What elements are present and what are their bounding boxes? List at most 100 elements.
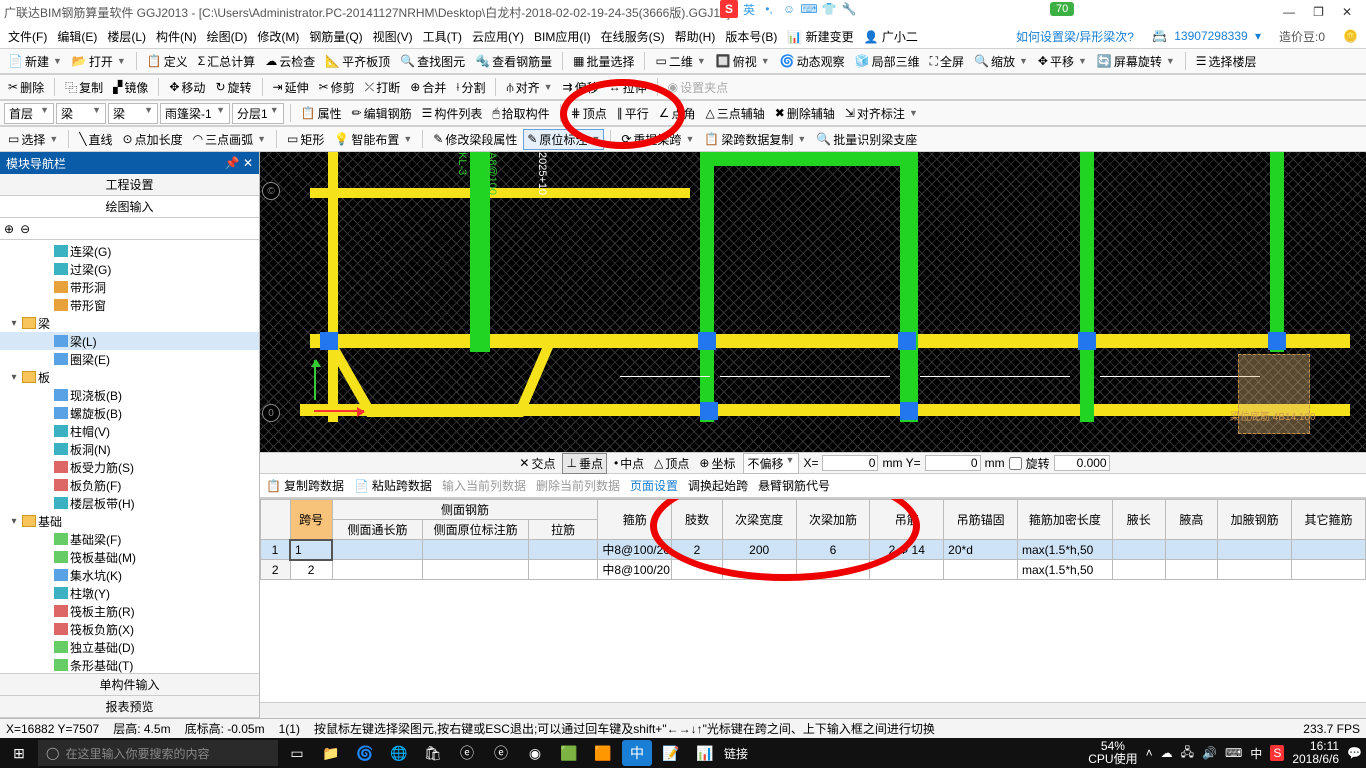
col-stirrup[interactable]: 箍筋 <box>598 500 672 540</box>
span-table[interactable]: 跨号 侧面钢筋 箍筋 肢数 次梁宽度 次梁加筋 吊筋 吊筋锚固 箍筋加密长度 腋… <box>260 498 1366 702</box>
menu-user[interactable]: 👤 广小二 <box>860 26 922 47</box>
col-hanger[interactable]: 吊筋 <box>870 500 944 540</box>
align-button[interactable]: ⫛ 对齐▼ <box>502 77 556 98</box>
minimize-button[interactable]: — <box>1283 5 1295 19</box>
maximize-button[interactable]: ❐ <box>1313 5 1324 19</box>
new-button[interactable]: 📄 新建▼ <box>4 51 66 72</box>
zoom-button[interactable]: 🔍 缩放▼ <box>970 51 1032 72</box>
help-link[interactable]: 如何设置梁/异形梁次? <box>1012 26 1138 47</box>
pt-len-button[interactable]: ⊙ 点加长度 <box>119 129 187 150</box>
break-button[interactable]: ⤫ 打断 <box>361 77 405 98</box>
tree-item[interactable]: 柱帽(V) <box>0 422 259 440</box>
angle-input[interactable] <box>1054 455 1110 471</box>
app-green-icon[interactable]: 🟩 <box>554 740 584 766</box>
rebar-qty-button[interactable]: 🔩 查看钢筋量 <box>471 51 556 72</box>
col-tie[interactable]: 拉筋 <box>528 520 598 540</box>
menu-edit[interactable]: 编辑(E) <box>53 26 101 47</box>
start-button[interactable]: ⊞ <box>4 740 34 766</box>
attr-button[interactable]: 📋 属性 <box>297 103 346 124</box>
glodon-icon[interactable]: 中 <box>622 740 652 766</box>
tray-net-icon[interactable]: 🖧 <box>1181 743 1194 764</box>
tree-item[interactable]: 带形窗 <box>0 296 259 314</box>
tree-item[interactable]: 板负筋(F) <box>0 476 259 494</box>
pan-button[interactable]: ✥ 平移▼ <box>1034 51 1091 72</box>
table-row[interactable]: 22 中8@100/20 max(1.5*h,50 <box>261 560 1366 580</box>
mirror-button[interactable]: ▞ 镜像 <box>109 77 152 98</box>
tree-item[interactable]: 板洞(N) <box>0 440 259 458</box>
angle-button[interactable]: ∠ 点角 <box>655 103 700 124</box>
tray-sogou-icon[interactable]: S <box>1270 745 1284 761</box>
tab-single-input[interactable]: 单构件输入 <box>0 674 259 696</box>
tree-item[interactable]: 螺旋板(B) <box>0 404 259 422</box>
menu-change[interactable]: 📊 新建变更 <box>783 26 857 47</box>
find-button[interactable]: 🔍 查找图元 <box>396 51 469 72</box>
store-icon[interactable]: 🛍 <box>418 740 448 766</box>
tray-up-icon[interactable]: ˄ <box>1146 746 1153 760</box>
menu-online[interactable]: 在线服务(S) <box>597 26 669 47</box>
arc3-button[interactable]: ◠ 三点画弧▼ <box>189 129 270 150</box>
snap-intersect[interactable]: ✕ 交点 <box>516 454 558 473</box>
ie-icon[interactable]: ⓔ <box>486 740 516 766</box>
tree-item[interactable]: 柱墩(Y) <box>0 584 259 602</box>
menu-version[interactable]: 版本号(B) <box>721 26 781 47</box>
select-button[interactable]: ▭ 选择▼ <box>4 129 62 150</box>
bird-button[interactable]: 🔲 俯视▼ <box>712 51 774 72</box>
page-setup-button[interactable]: 页面设置 <box>630 477 678 494</box>
expand-icon[interactable]: ⊕ <box>4 222 14 236</box>
col-sec-width[interactable]: 次梁宽度 <box>722 500 796 540</box>
batch-id-button[interactable]: 🔍 批量识别梁支座 <box>812 129 921 150</box>
flat-top-button[interactable]: 📐 平齐板顶 <box>321 51 394 72</box>
tab-draw-input[interactable]: 绘图输入 <box>0 196 259 218</box>
tree-item[interactable]: 独立基础(D) <box>0 638 259 656</box>
batch-select-button[interactable]: ▦ 批量选择 <box>569 51 638 72</box>
floor-combo[interactable]: 首层▼ <box>4 103 54 124</box>
x-input[interactable] <box>822 455 878 471</box>
close-button[interactable]: ✕ <box>1342 5 1352 19</box>
link-text[interactable]: 链接 <box>724 745 748 762</box>
smart-button[interactable]: 💡 智能布置▼ <box>330 129 416 150</box>
h-scrollbar[interactable] <box>260 702 1366 718</box>
pin-icon[interactable]: 📌 <box>225 156 240 170</box>
del-aux-button[interactable]: ✖ 删除辅轴 <box>771 103 839 124</box>
pivot-button[interactable]: ◉ 设置夹点 <box>664 77 733 98</box>
tree-item[interactable]: ▾板 <box>0 368 259 386</box>
app-swirl-icon[interactable]: 🌀 <box>350 740 380 766</box>
col-other-stirrup[interactable]: 其它箍筋 <box>1292 500 1366 540</box>
rect-button[interactable]: ▭ 矩形 <box>283 129 328 150</box>
tree-item[interactable]: 过梁(G) <box>0 260 259 278</box>
ime-person-icon[interactable]: 👕 <box>820 0 838 18</box>
y-input[interactable] <box>925 455 981 471</box>
menu-component[interactable]: 构件(N) <box>152 26 201 47</box>
coin-icon[interactable]: 🪙 <box>1339 27 1362 45</box>
tree-item[interactable]: ▾基础 <box>0 512 259 530</box>
category-combo[interactable]: 梁▼ <box>56 103 106 124</box>
parallel-button[interactable]: ∥ 平行 <box>613 103 653 124</box>
snap-mid[interactable]: • 中点 <box>611 454 647 473</box>
rotate-button[interactable]: ↻ 旋转 <box>211 77 255 98</box>
col-sec-addbar[interactable]: 次梁加筋 <box>796 500 870 540</box>
local3d-button[interactable]: 🧊 局部三维 <box>851 51 924 72</box>
cloud-check-button[interactable]: ☁ 云检查 <box>261 51 319 72</box>
tree-item[interactable]: 筏板负筋(X) <box>0 620 259 638</box>
menu-tools[interactable]: 工具(T) <box>419 26 466 47</box>
snap-perp[interactable]: ⊥ 垂点 <box>562 453 606 474</box>
tri-aux-button[interactable]: △ 三点辅轴 <box>702 103 769 124</box>
intersect-button[interactable]: ⋕ 顶点 <box>567 103 611 124</box>
menu-help[interactable]: 帮助(H) <box>671 26 720 47</box>
extend-button[interactable]: ⇥ 延伸 <box>269 77 313 98</box>
col-side-through[interactable]: 侧面通长筋 <box>332 520 423 540</box>
edge2-icon[interactable]: ⓔ <box>452 740 482 766</box>
collapse-icon[interactable]: ⊖ <box>20 222 30 236</box>
layer-combo[interactable]: 分层1▼ <box>232 103 284 124</box>
dynamic-button[interactable]: 🌀 动态观察 <box>776 51 849 72</box>
tree-item[interactable]: 带形洞 <box>0 278 259 296</box>
snap-vertex[interactable]: △ 顶点 <box>651 454 692 473</box>
tree-item[interactable]: 圈梁(E) <box>0 350 259 368</box>
col-limbs[interactable]: 肢数 <box>672 500 723 540</box>
tree-item[interactable]: 梁(L) <box>0 332 259 350</box>
ime-punct[interactable]: •, <box>760 0 778 18</box>
menu-modify[interactable]: 修改(M) <box>253 26 303 47</box>
table-row[interactable]: 11 中8@100/20220062 Φ 14 20*dmax(1.5*h,50 <box>261 540 1366 560</box>
col-side-inplace[interactable]: 侧面原位标注筋 <box>423 520 528 540</box>
trim-button[interactable]: ✂ 修剪 <box>315 77 359 98</box>
